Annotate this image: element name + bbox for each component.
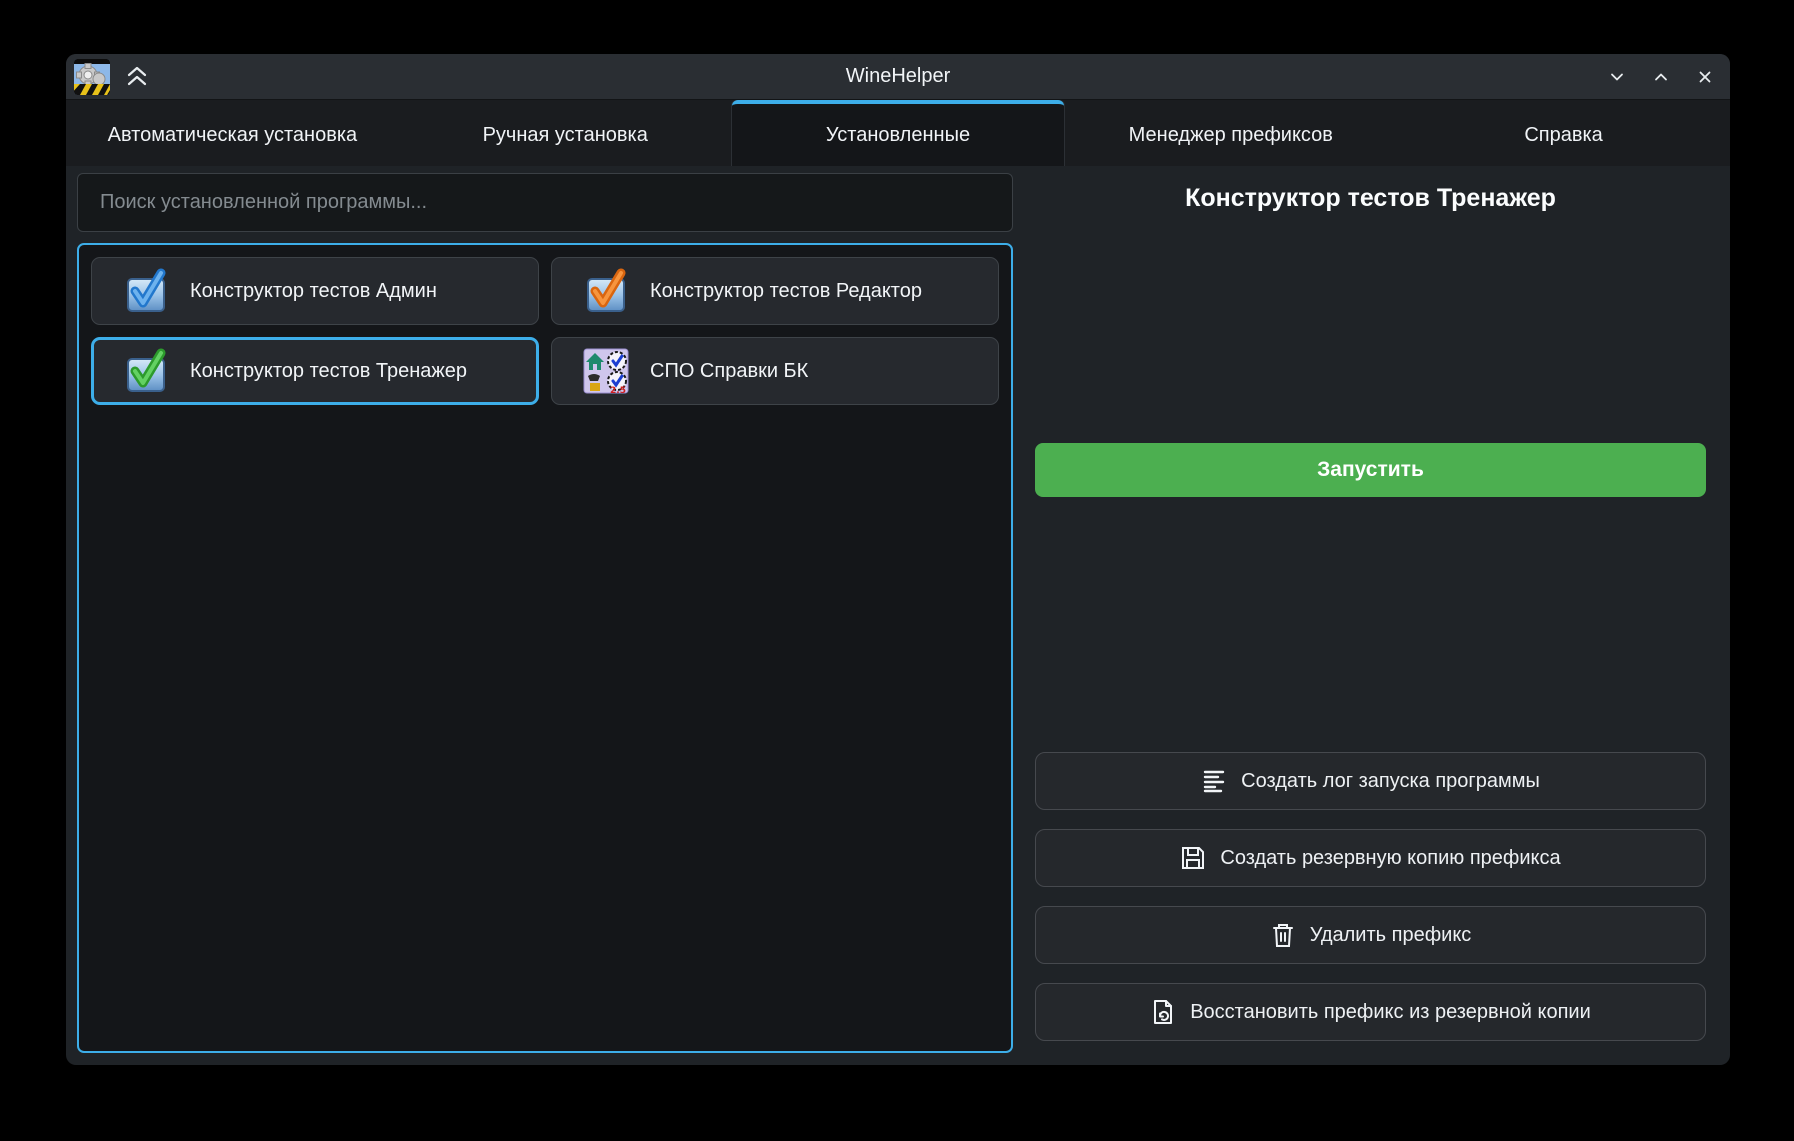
- create-log-button[interactable]: Создать лог запуска программы: [1035, 752, 1706, 810]
- program-item[interactable]: 2.5 СПО Справки БК: [551, 337, 999, 405]
- program-name: Конструктор тестов Админ: [190, 280, 437, 303]
- floppy-disk-icon: [1180, 845, 1206, 871]
- action-label: Удалить префикс: [1310, 924, 1472, 947]
- tab-manual-install[interactable]: Ручная установка: [399, 100, 732, 166]
- restore-prefix-button[interactable]: Восстановить префикс из резервной копии: [1035, 983, 1706, 1041]
- action-label: Создать резервную копию префикса: [1220, 847, 1560, 870]
- tab-installed[interactable]: Установленные: [732, 100, 1065, 166]
- program-item[interactable]: Конструктор тестов Админ: [91, 257, 539, 325]
- tab-label: Автоматическая установка: [108, 124, 358, 147]
- search-input[interactable]: [77, 173, 1013, 232]
- window-title: WineHelper: [66, 65, 1730, 88]
- log-lines-icon: [1201, 768, 1227, 794]
- titlebar-left: [74, 54, 150, 100]
- trash-icon: [1270, 922, 1296, 948]
- tab-label: Менеджер префиксов: [1129, 124, 1333, 147]
- maximize-icon[interactable]: [1650, 66, 1672, 88]
- checkbox-blue-icon: [122, 267, 170, 315]
- svg-text:2.5: 2.5: [610, 386, 626, 395]
- winehelper-window: WineHelper Автоматическая установка Ручн…: [66, 54, 1730, 1065]
- tab-label: Ручная установка: [483, 124, 648, 147]
- delete-prefix-button[interactable]: Удалить префикс: [1035, 906, 1706, 964]
- installed-programs-list[interactable]: Конструктор тестов Админ Конструктор тес…: [77, 243, 1013, 1053]
- tab-prefix-manager[interactable]: Менеджер префиксов: [1064, 100, 1397, 166]
- backup-prefix-button[interactable]: Создать резервную копию префикса: [1035, 829, 1706, 887]
- tab-label: Справка: [1524, 124, 1602, 147]
- action-label: Создать лог запуска программы: [1241, 770, 1540, 793]
- window-controls: [1606, 54, 1716, 100]
- checkbox-green-icon: [122, 347, 170, 395]
- minimize-icon[interactable]: [1606, 66, 1628, 88]
- program-item[interactable]: Конструктор тестов Редактор: [551, 257, 999, 325]
- tab-bar: Автоматическая установка Ручная установк…: [66, 100, 1730, 166]
- restore-document-icon: [1150, 999, 1176, 1025]
- titlebar[interactable]: WineHelper: [66, 54, 1730, 100]
- tab-auto-install[interactable]: Автоматическая установка: [66, 100, 399, 166]
- run-button[interactable]: Запустить: [1035, 443, 1706, 497]
- program-name: Конструктор тестов Тренажер: [190, 360, 467, 383]
- tab-help[interactable]: Справка: [1397, 100, 1730, 166]
- action-label: Восстановить префикс из резервной копии: [1190, 1001, 1591, 1024]
- winehelper-app-icon: [74, 59, 110, 95]
- checkbox-orange-icon: [582, 267, 630, 315]
- program-name: Конструктор тестов Редактор: [650, 280, 922, 303]
- selected-program-title: Конструктор тестов Тренажер: [1035, 184, 1706, 213]
- program-item-selected[interactable]: Конструктор тестов Тренажер: [91, 337, 539, 405]
- program-name: СПО Справки БК: [650, 360, 808, 383]
- tab-label: Установленные: [826, 124, 970, 147]
- prefix-actions: Создать лог запуска программы Создать ре…: [1035, 752, 1706, 1041]
- spo-spravki-icon: 2.5: [582, 347, 630, 395]
- keep-above-icon[interactable]: [124, 64, 150, 90]
- close-icon[interactable]: [1694, 66, 1716, 88]
